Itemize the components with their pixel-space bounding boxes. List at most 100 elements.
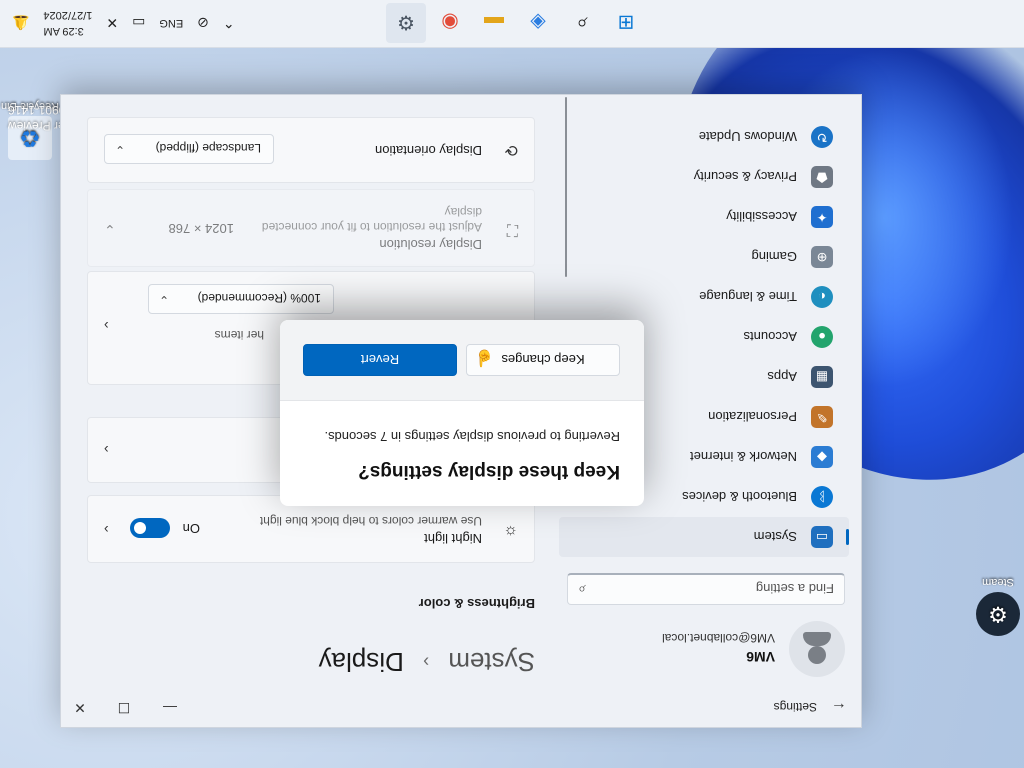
notification-bell-icon[interactable]: 🔔 <box>12 15 29 32</box>
display-resolution-value: 1024 × 768 <box>168 221 234 236</box>
settings-icon[interactable]: ⚙ <box>386 3 426 43</box>
user-name: VM6 <box>746 649 775 665</box>
night-light-toggle-label: On <box>182 521 200 536</box>
sidebar-item-windows-update[interactable]: ↻ Windows Update <box>559 117 849 157</box>
chevron-right-icon: › <box>104 318 109 334</box>
revert-button[interactable]: Revert <box>303 344 457 376</box>
settings-search-input[interactable]: Find a setting ⌕ <box>567 573 845 605</box>
clock[interactable]: 3:29 AM 1/27/2024 <box>43 7 92 39</box>
night-light-subtitle: Use warmer colors to help block blue lig… <box>259 514 482 528</box>
language-indicator[interactable]: ENG <box>159 17 183 29</box>
display-orientation-card: ⟳ Display orientation Landscape (flipped… <box>87 117 535 183</box>
search-icon: ⌕ <box>578 582 586 598</box>
display-resolution-subtitle: Adjust the resolution to fit your connec… <box>261 205 482 234</box>
sidebar-item-label: Personalization <box>708 409 797 425</box>
display-icon[interactable]: ▭ <box>132 15 145 32</box>
back-arrow-icon[interactable]: ← <box>829 697 849 717</box>
file-explorer-icon[interactable]: ▬ <box>474 3 514 43</box>
screen: ⚙ Steam ♻ Recycle Bin Windows 11 Pro Ins… <box>0 0 1024 768</box>
chevron-up-icon[interactable]: ⌃ <box>223 15 235 32</box>
mouse-cursor-icon: ☝ <box>474 349 494 366</box>
orientation-icon: ⟳ <box>504 141 518 158</box>
scale-subtitle-fragment: her items <box>214 328 264 342</box>
search-placeholder: Find a setting <box>755 581 834 596</box>
dialog-title: Keep these display settings? <box>358 461 620 482</box>
dialog-message: Reverting to previous display settings i… <box>324 429 620 444</box>
sidebar-item-time-language[interactable]: ◐ Time & language <box>559 277 849 317</box>
display-resolution-title: Display resolution <box>379 237 482 252</box>
sidebar-item-label: Apps <box>767 369 797 385</box>
sidebar-item-accessibility[interactable]: ✦ Accessibility <box>559 197 849 237</box>
chevron-down-icon: ⌄ <box>159 293 170 307</box>
steam-icon: ⚙ <box>976 592 1020 636</box>
copilot-icon[interactable]: ◈ <box>518 3 558 43</box>
accessibility-icon: ✦ <box>811 206 833 228</box>
avatar <box>789 621 845 677</box>
sidebar-item-privacy[interactable]: ⬟ Privacy & security <box>559 157 849 197</box>
breadcrumb-parent[interactable]: System <box>448 647 535 677</box>
display-orientation-title: Display orientation <box>375 143 482 158</box>
sidebar-item-label: Windows Update <box>698 129 797 145</box>
orientation-value: Landscape (flipped) <box>155 141 261 155</box>
apps-icon: ▦ <box>811 366 833 388</box>
chrome-icon[interactable]: ◉ <box>430 3 470 43</box>
clock-date: 1/27/2024 <box>43 9 93 21</box>
user-email: VM6@collabnet.local <box>662 631 775 645</box>
sun-icon: ☼ <box>503 523 518 540</box>
sidebar-item-label: Accounts <box>743 329 797 345</box>
sidebar-item-label: Time & language <box>699 289 797 305</box>
resolution-icon: ⛶ <box>506 221 518 238</box>
display-resolution-card: ⛶ Display resolution Adjust the resoluti… <box>87 189 535 267</box>
sidebar-item-gaming[interactable]: ⊕ Gaming <box>559 237 849 277</box>
scale-value: 100% (Recommended) <box>197 291 321 305</box>
scale-dropdown[interactable]: 100% (Recommended) ⌄ <box>148 284 334 314</box>
system-tray: ⌃ ⊘ ENG ▭ ✕ 3:29 AM 1/27/2024 🔔 <box>12 0 235 47</box>
network-off-icon[interactable]: ⊘ <box>197 15 209 32</box>
sidebar-item-label: Bluetooth & devices <box>682 489 797 505</box>
toggle-knob <box>134 522 146 534</box>
clock-time: 3:29 AM <box>43 25 84 37</box>
section-heading-brightness: Brightness & color <box>418 596 535 611</box>
gaming-icon: ⊕ <box>811 246 833 268</box>
breadcrumb: System › Display <box>75 637 535 677</box>
network-icon: ◆ <box>811 446 833 468</box>
chevron-right-icon: › <box>104 522 109 538</box>
title-bar: ← Settings — ☐ ✕ <box>61 687 861 727</box>
main-content: System › Display Brightness & color <box>75 596 535 677</box>
sidebar-scrollbar[interactable] <box>565 97 567 277</box>
breadcrumb-separator: › <box>423 652 430 672</box>
chevron-down-icon: ⌄ <box>104 222 116 238</box>
chevron-down-icon: ⌄ <box>115 143 126 157</box>
desktop-icon-label: Steam <box>982 576 1014 588</box>
chevron-right-icon: › <box>104 442 109 458</box>
search-icon[interactable]: ⌕ <box>562 3 602 43</box>
sidebar-item-label: Accessibility <box>726 209 797 225</box>
close-button[interactable]: ✕ <box>63 695 97 721</box>
night-light-title: Night light <box>424 531 482 546</box>
avatar-head <box>808 646 826 664</box>
sidebar-item-label: System <box>753 529 797 545</box>
shield-icon: ⬟ <box>811 166 833 188</box>
accounts-icon: ● <box>811 326 833 348</box>
taskbar: ⊞ ⌕ ◈ ▬ ◉ ⚙ ⌃ ⊘ ENG ▭ ✕ 3:29 AM 1/27/202… <box>0 0 1024 48</box>
orientation-dropdown[interactable]: Landscape (flipped) ⌄ <box>104 134 274 164</box>
night-light-toggle[interactable] <box>130 518 170 538</box>
dialog-footer: Keep changes Revert ☝ <box>280 320 644 401</box>
taskbar-apps: ⊞ ⌕ ◈ ▬ ◉ ⚙ <box>386 3 646 43</box>
start-icon[interactable]: ⊞ <box>606 3 646 43</box>
minimize-button[interactable]: — <box>153 695 187 721</box>
sidebar-item-label: Gaming <box>751 249 797 265</box>
desktop-icon-steam[interactable]: ⚙ Steam <box>968 576 1024 636</box>
page-title: Display <box>318 647 404 677</box>
globe-icon: ◐ <box>811 286 833 308</box>
user-profile[interactable]: VM6 VM6@collabnet.local <box>625 617 845 677</box>
brush-icon: ✎ <box>811 406 833 428</box>
bluetooth-icon: ᛒ <box>811 486 833 508</box>
system-icon: ▭ <box>811 526 833 548</box>
volume-muted-icon[interactable]: ✕ <box>106 15 118 32</box>
sidebar-item-system[interactable]: ▭ System <box>559 517 849 557</box>
window-title: Settings <box>773 700 817 714</box>
maximize-button[interactable]: ☐ <box>107 695 141 721</box>
avatar-body <box>803 632 831 646</box>
sidebar-item-label: Network & internet <box>690 449 797 465</box>
